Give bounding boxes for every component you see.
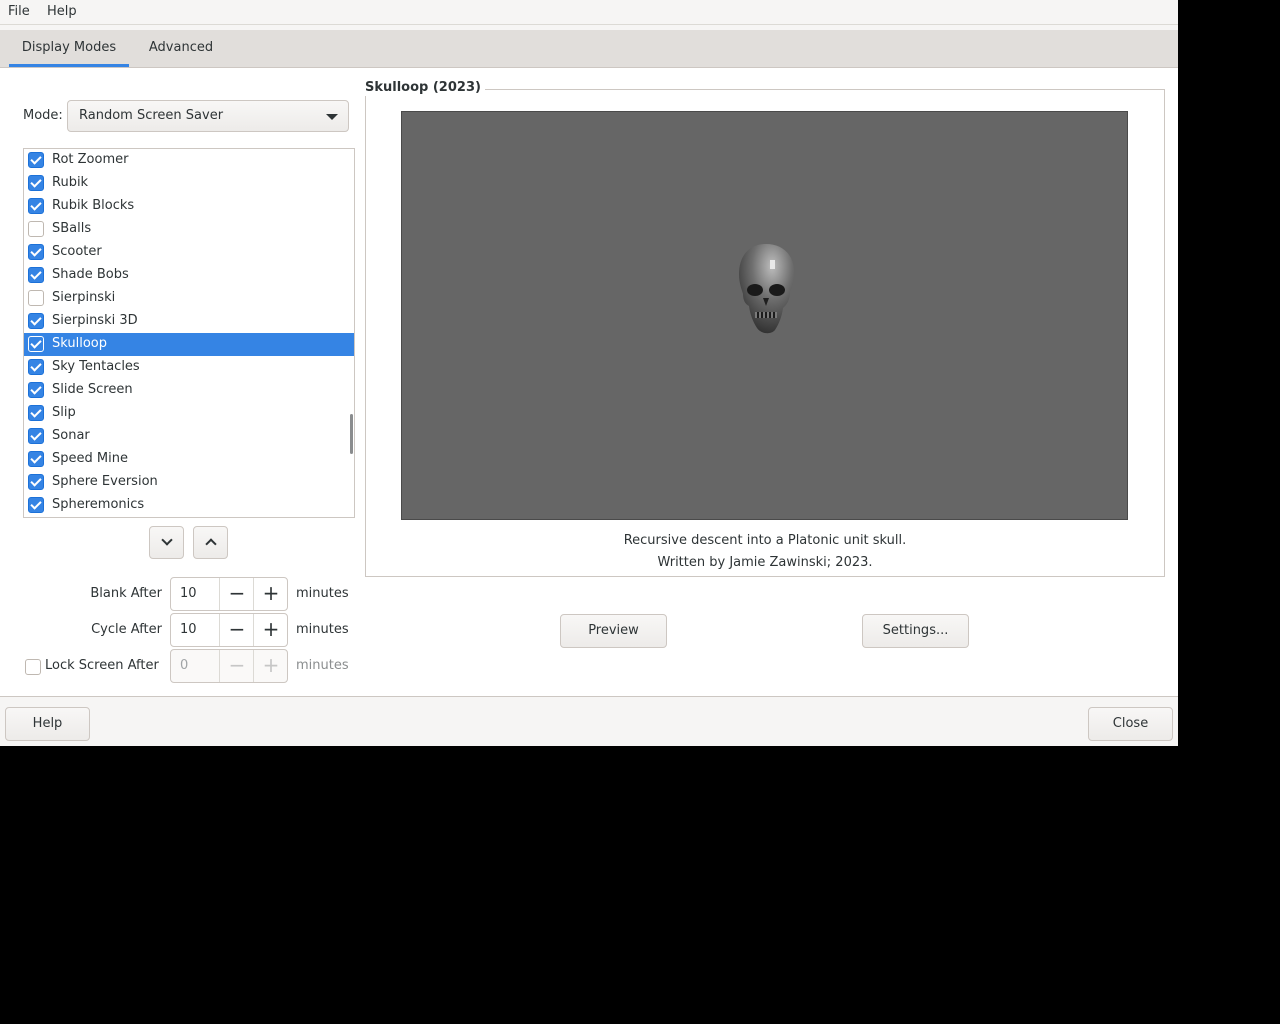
list-item-checkbox[interactable] — [28, 244, 44, 260]
list-item-checkbox[interactable] — [28, 290, 44, 306]
menubar: File Help — [0, 0, 1178, 25]
tab-display-modes[interactable]: Display Modes — [9, 30, 129, 67]
list-item-label: Sierpinski 3D — [52, 313, 138, 328]
help-button[interactable]: Help — [5, 707, 90, 741]
list-item[interactable]: Sierpinski — [24, 287, 354, 310]
menu-help[interactable]: Help — [47, 4, 77, 20]
list-item[interactable]: Sonar — [24, 425, 354, 448]
list-item-label: Skulloop — [52, 336, 108, 351]
list-item-label: Sonar — [52, 428, 90, 443]
list-item[interactable]: Rubik Blocks — [24, 195, 354, 218]
list-item-checkbox[interactable] — [28, 175, 44, 191]
chevron-down-icon — [161, 534, 173, 546]
list-item-label: Shade Bobs — [52, 267, 129, 282]
list-item[interactable]: Rot Zoomer — [24, 149, 354, 172]
display-modes-panel: Mode: Random Screen Saver Spheremonics Sp… — [0, 68, 1178, 697]
list-item[interactable]: Speed Mine — [24, 448, 354, 471]
lock-screen-label: Lock Screen After — [45, 658, 159, 673]
dialog-action-bar: Help Close — [0, 697, 1178, 746]
settings-button[interactable]: Settings... — [862, 614, 969, 648]
cycle-after-label: Cycle After — [91, 622, 162, 637]
list-item-checkbox[interactable] — [28, 451, 44, 467]
lock-after-unit: minutes — [296, 658, 349, 673]
preview-button[interactable]: Preview — [560, 614, 667, 648]
list-item[interactable]: Slide Screen — [24, 379, 354, 402]
blank-after-decrement[interactable]: − — [219, 578, 254, 610]
chevron-up-icon — [205, 538, 217, 550]
blank-after-increment[interactable]: + — [253, 578, 288, 610]
preview-title: Skulloop (2023) — [365, 80, 485, 96]
list-item-label: Speed Mine — [52, 451, 128, 466]
list-item-label: Sierpinski — [52, 290, 116, 305]
preview-author: Written by Jamie Zawinski; 2023. — [657, 555, 873, 570]
mode-value: Random Screen Saver — [79, 108, 224, 123]
list-item[interactable]: Skulloop — [24, 333, 354, 356]
lock-after-increment: + — [253, 650, 288, 682]
list-item[interactable]: Spheremonics — [24, 494, 354, 517]
lock-screen-checkbox[interactable] — [25, 659, 41, 675]
cycle-after-value[interactable]: 10 — [180, 622, 197, 638]
list-item-checkbox[interactable] — [28, 336, 44, 352]
list-item-checkbox[interactable] — [28, 382, 44, 398]
chevron-down-icon — [326, 114, 338, 120]
blank-after-unit: minutes — [296, 586, 349, 601]
mode-dropdown[interactable]: Random Screen Saver — [67, 100, 349, 132]
lock-after-value: 0 — [180, 658, 189, 673]
list-item-checkbox[interactable] — [28, 152, 44, 168]
list-item-label: Sphere Eversion — [52, 474, 158, 489]
list-item[interactable]: Rubik — [24, 172, 354, 195]
list-item[interactable]: Sky Tentacles — [24, 356, 354, 379]
cycle-after-unit: minutes — [296, 622, 349, 637]
list-item-label: Spheremonics — [52, 497, 145, 512]
mode-label: Mode: — [23, 108, 63, 123]
list-item[interactable]: SBalls — [24, 218, 354, 241]
list-scrollbar[interactable] — [350, 414, 353, 454]
list-item-checkbox[interactable] — [28, 405, 44, 421]
list-item-label: Scooter — [52, 244, 102, 259]
tab-bar: Display Modes Advanced — [0, 30, 1178, 68]
list-item-checkbox[interactable] — [28, 497, 44, 513]
screensaver-list[interactable]: Spheremonics Sphere Eversion Speed Mine Son… — [23, 148, 355, 518]
list-item-checkbox[interactable] — [28, 359, 44, 375]
list-item[interactable]: Sphere Eversion — [24, 471, 354, 494]
list-item-checkbox[interactable] — [28, 474, 44, 490]
list-item-label: Sky Tentacles — [52, 359, 140, 374]
list-item-checkbox[interactable] — [28, 198, 44, 214]
list-item-label: Slide Screen — [52, 382, 133, 397]
list-item-label: Rubik — [52, 175, 89, 190]
list-item-label: Rubik Blocks — [52, 198, 135, 213]
lock-after-spinner: 0 − + — [170, 649, 288, 683]
screensaver-preferences-window: File Help Display Modes Advanced Mode: R… — [0, 0, 1178, 746]
list-item-checkbox[interactable] — [28, 313, 44, 329]
skull-image — [739, 244, 794, 334]
list-item-checkbox[interactable] — [28, 267, 44, 283]
tab-advanced[interactable]: Advanced — [138, 30, 224, 67]
list-item[interactable]: Sierpinski 3D — [24, 310, 354, 333]
list-item-checkbox[interactable] — [28, 428, 44, 444]
list-item-label: Rot Zoomer — [52, 152, 129, 167]
next-saver-button[interactable] — [149, 526, 184, 559]
blank-after-label: Blank After — [90, 586, 162, 601]
lock-after-decrement: − — [219, 650, 254, 682]
blank-after-spinner: 10 − + — [170, 577, 288, 611]
menu-file[interactable]: File — [8, 4, 30, 20]
list-item[interactable]: Scooter — [24, 241, 354, 264]
cycle-after-spinner: 10 − + — [170, 613, 288, 647]
preview-description: Recursive descent into a Platonic unit s… — [623, 533, 907, 548]
cycle-after-decrement[interactable]: − — [219, 614, 254, 646]
cycle-after-increment[interactable]: + — [253, 614, 288, 646]
blank-after-value[interactable]: 10 — [180, 586, 197, 602]
preview-area — [401, 111, 1128, 520]
list-item-label: SBalls — [52, 221, 92, 236]
list-item-checkbox[interactable] — [28, 221, 44, 237]
close-button[interactable]: Close — [1088, 707, 1173, 741]
list-item[interactable]: Shade Bobs — [24, 264, 354, 287]
previous-saver-button[interactable] — [193, 526, 228, 559]
list-item-label: Slip — [52, 405, 76, 420]
list-item[interactable]: Slip — [24, 402, 354, 425]
